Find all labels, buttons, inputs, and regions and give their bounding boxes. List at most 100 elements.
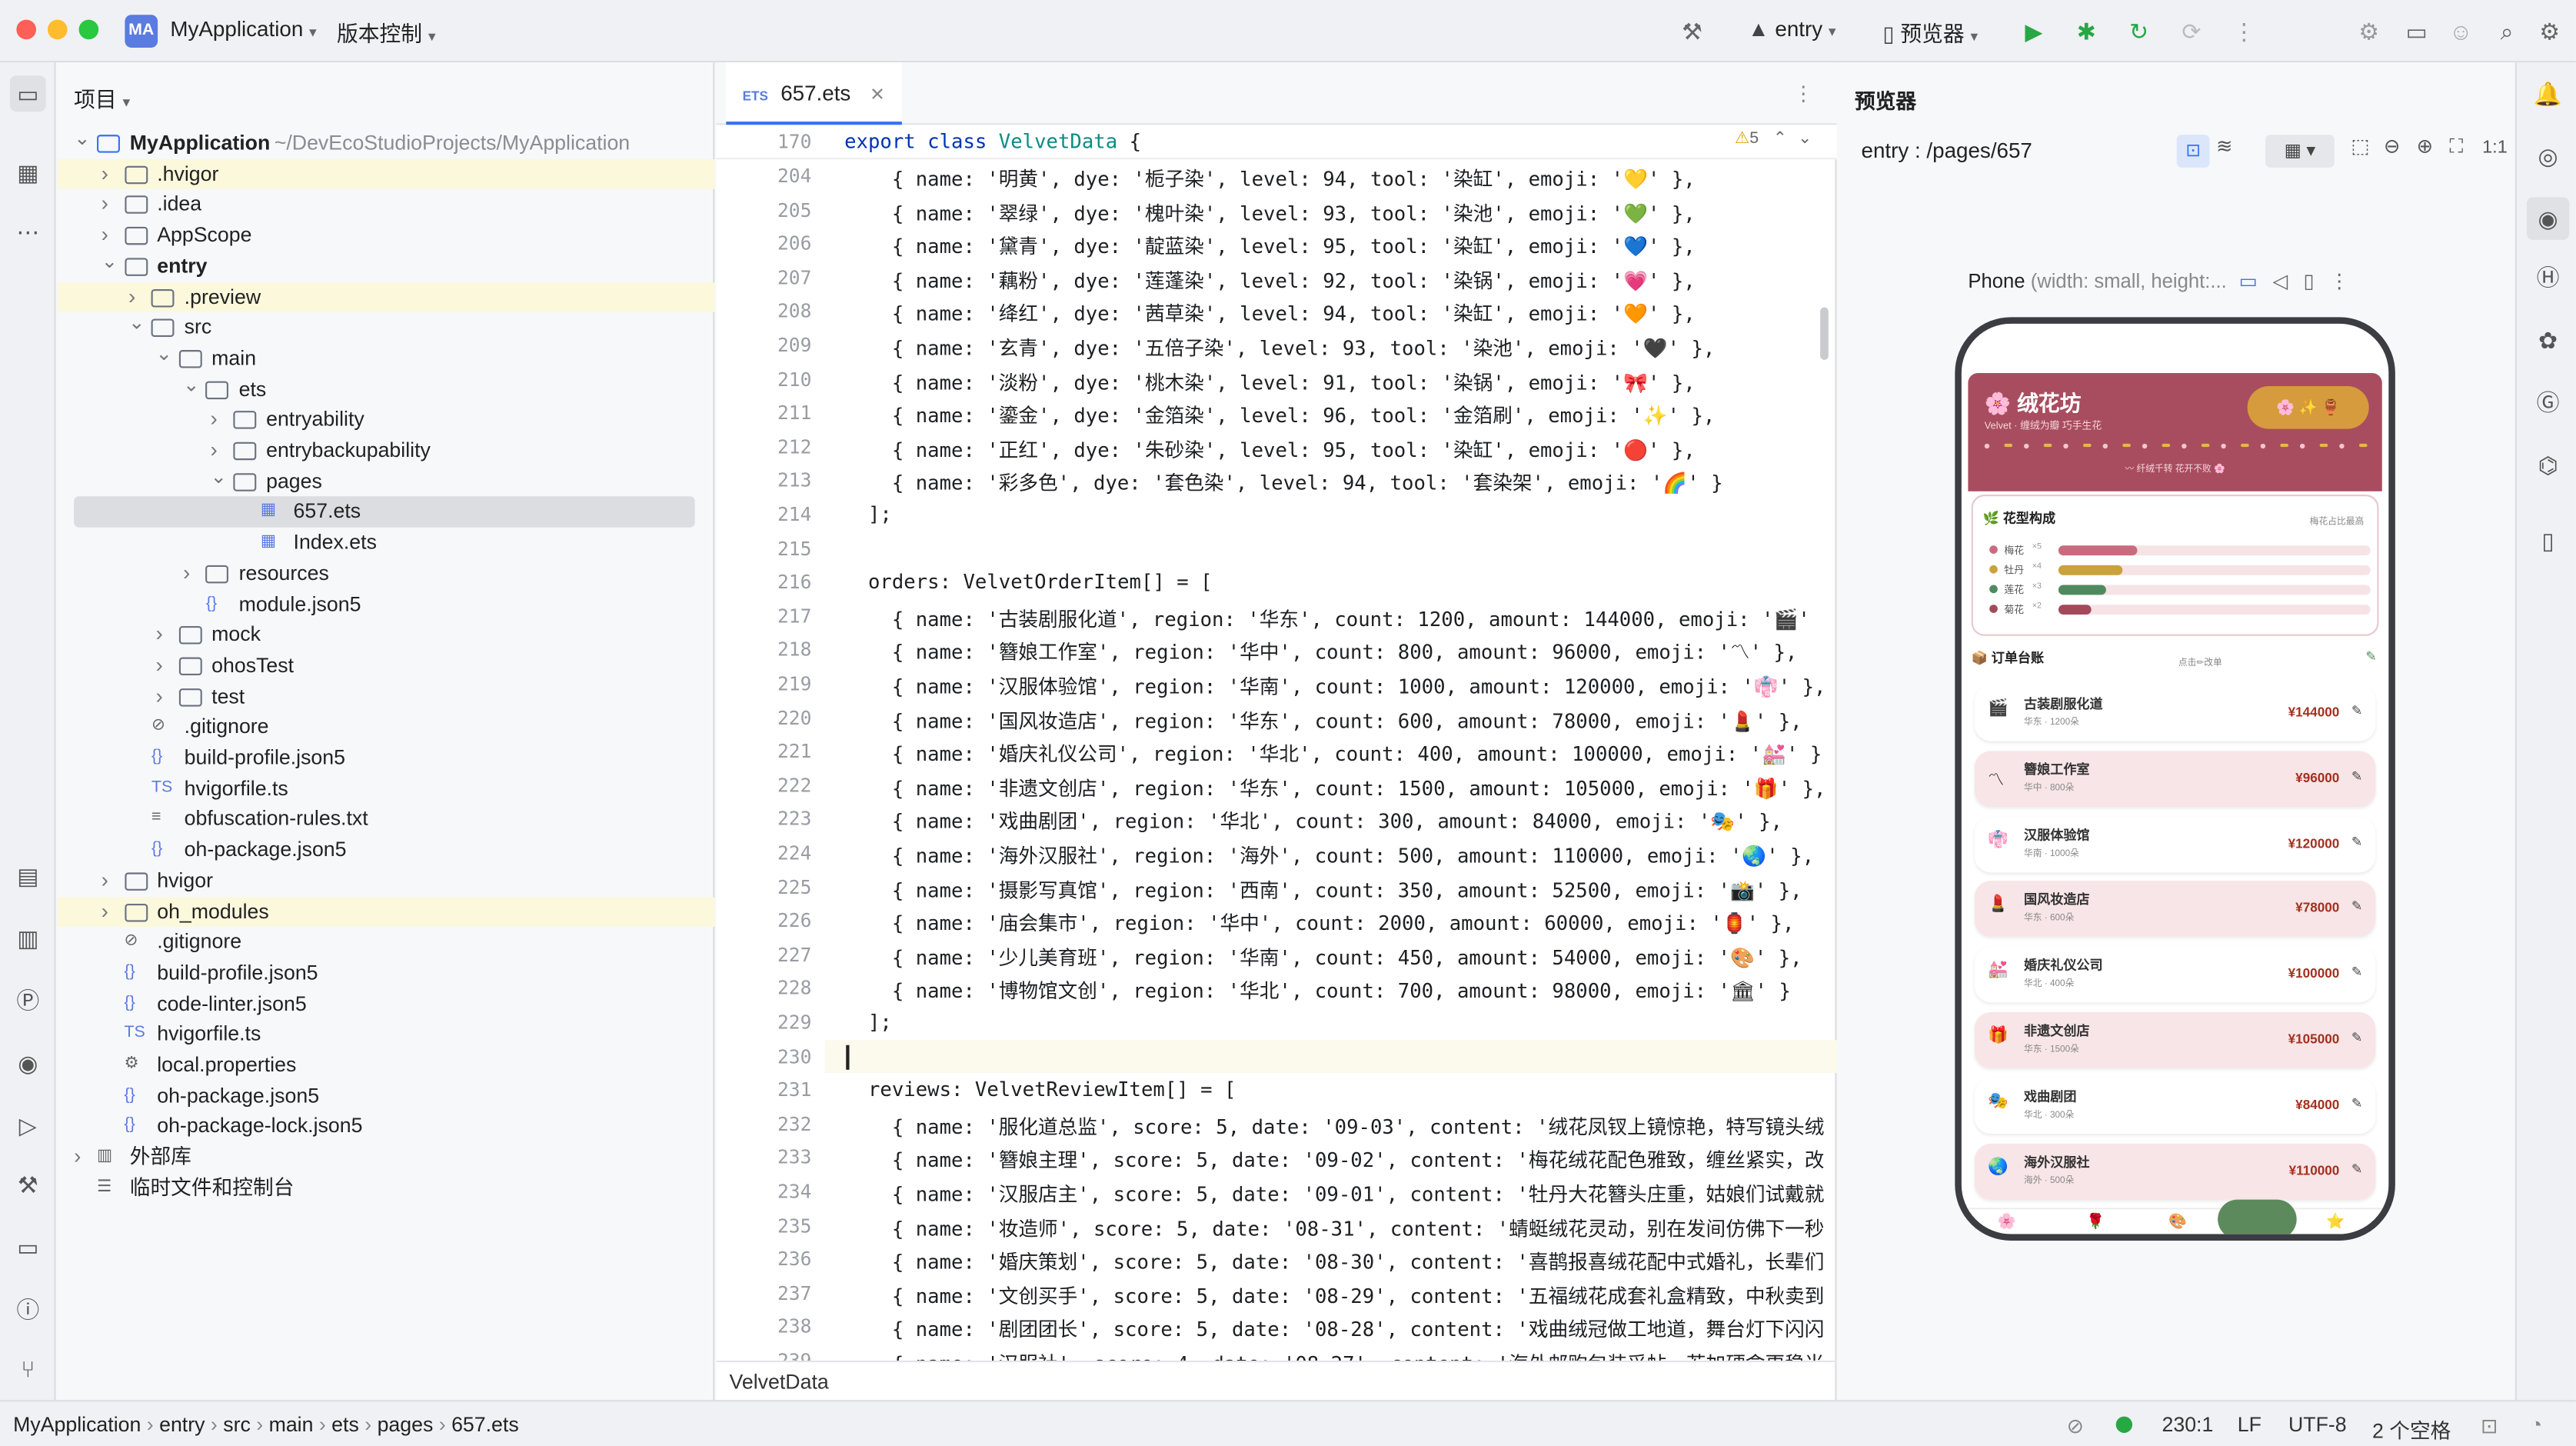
build-icon[interactable]: ⚒	[10, 1167, 46, 1203]
more-icon[interactable]: ⋮	[1793, 81, 1814, 105]
hammer-icon[interactable]: ⚒	[1676, 15, 1709, 48]
more-tools-icon[interactable]: ⋯	[10, 214, 46, 250]
inspector-icon[interactable]: ⊡	[2176, 135, 2210, 168]
edit-icon[interactable]: ✎	[2351, 768, 2362, 783]
edit-icon[interactable]: ✎	[2351, 1161, 2362, 1176]
breadcrumb-item[interactable]: ets	[331, 1413, 359, 1436]
device-selector[interactable]: ▯ 预览器 ▾	[1882, 16, 1978, 48]
breadcrumb-item[interactable]: pages	[378, 1413, 434, 1436]
chevron-right-icon[interactable]: ›	[183, 558, 199, 589]
tree-item[interactable]: ⊘ .gitignore	[58, 927, 715, 958]
edit-icon[interactable]: ✎	[2351, 703, 2362, 718]
chevron-down-icon[interactable]: ⌄	[210, 461, 226, 492]
vcs-menu[interactable]: 版本控制 ▾	[337, 16, 436, 48]
project-switcher[interactable]: MA MyApplication ▾	[125, 15, 317, 48]
tree-item[interactable]: › entrybackupability	[58, 435, 715, 466]
order-card[interactable]: 〽 簪娘工作室 华中 · 800朵 ¥96000 ✎	[1974, 750, 2376, 807]
line-ending[interactable]: LF	[2238, 1413, 2261, 1436]
editor-tab[interactable]: ETS 657.ets ✕	[726, 62, 902, 125]
tree-item[interactable]: {} code-linter.json5	[58, 988, 715, 1019]
tree-item[interactable]: ≡ obfuscation-rules.txt	[58, 805, 715, 835]
nav-star-icon[interactable]: ⭐	[2326, 1213, 2345, 1231]
chevron-down-icon[interactable]: ⌄	[1798, 130, 1812, 148]
readonly-icon[interactable]: ⊘	[2067, 1413, 2084, 1438]
code-area[interactable]: 204 { name: '明黄', dye: '栀子染', level: 94,…	[716, 159, 1836, 1361]
order-card[interactable]: 🌏 海外汉服社 海外 · 500朵 ¥110000 ✎	[1974, 1143, 2376, 1199]
more-icon[interactable]: ⋮	[2329, 269, 2349, 292]
tree-item[interactable]: › mock	[58, 620, 715, 651]
chevron-right-icon[interactable]: ›	[210, 405, 226, 435]
editor-scrollbar[interactable]	[1820, 307, 1829, 360]
tree-item[interactable]: › .hvigor	[57, 158, 715, 190]
memory-icon[interactable]: ◔	[2530, 1413, 2542, 1436]
terminal-icon[interactable]: ▭	[10, 1229, 46, 1265]
git-icon[interactable]: ⑂	[10, 1351, 46, 1387]
tree-item[interactable]: ⌄ pages	[58, 465, 715, 497]
indent-setting[interactable]: 2 个空格	[2372, 1413, 2451, 1444]
edit-icon[interactable]: ✎	[2351, 1096, 2362, 1111]
tree-item[interactable]: › AppScope	[58, 220, 715, 251]
emulator-icon[interactable]: ▯	[2530, 522, 2566, 558]
tree-item[interactable]: ⌄ ets	[58, 372, 715, 405]
tree-item[interactable]: ⌄ entry	[58, 249, 715, 282]
debug-icon[interactable]: ✱	[2070, 15, 2103, 48]
breadcrumb-item[interactable]: entry	[159, 1413, 205, 1436]
tree-item[interactable]: › ohosTest	[58, 651, 715, 681]
project-tool-icon[interactable]: ▭	[9, 75, 46, 112]
nav-rose-icon[interactable]: 🌹	[2086, 1213, 2105, 1231]
maximize-window-button[interactable]	[78, 19, 99, 40]
sync-icon[interactable]: ⟳	[2175, 15, 2208, 48]
chevron-right-icon[interactable]: ›	[74, 1142, 90, 1173]
layers-icon[interactable]: ≋	[2216, 135, 2232, 158]
tree-item[interactable]: ☰ 临时文件和控制台	[58, 1173, 715, 1204]
order-card[interactable]: 💄 国风妆造店 华东 · 600朵 ¥78000 ✎	[1974, 881, 2376, 938]
inspect-icon[interactable]: ◉	[10, 1045, 46, 1081]
tree-item[interactable]: ⌄ MyApplication ~/DevEcoStudioProjects/MyA…	[58, 127, 715, 159]
tree-item[interactable]: › .idea	[58, 190, 715, 221]
layout-icon[interactable]: ▥	[10, 920, 46, 956]
tree-item[interactable]: {} oh-package.json5	[58, 835, 715, 865]
pencil-icon[interactable]: ✎	[2365, 649, 2376, 664]
fullscreen-icon[interactable]: ⛶	[2449, 135, 2463, 159]
tree-item[interactable]: › oh_modules	[57, 896, 715, 928]
breadcrumb-item[interactable]: main	[269, 1413, 314, 1436]
order-card[interactable]: 🎭 戏曲剧团 华北 · 300朵 ¥84000 ✎	[1974, 1078, 2376, 1134]
tree-item[interactable]: › test	[58, 681, 715, 712]
tree-item[interactable]: {} module.json5	[58, 589, 715, 620]
profiler-icon[interactable]: Ⓟ	[10, 983, 46, 1019]
chevron-right-icon[interactable]: ›	[102, 190, 118, 221]
harmony-icon[interactable]: Ⓗ	[2530, 260, 2566, 296]
chevron-up-icon[interactable]: ⌃	[1773, 130, 1787, 148]
edit-icon[interactable]: ✎	[2351, 965, 2362, 979]
chevron-right-icon[interactable]: ›	[102, 865, 118, 896]
zoom-out-icon[interactable]: ⊖	[2384, 135, 2400, 158]
tree-item[interactable]: ⊘ .gitignore	[58, 712, 715, 743]
edit-icon[interactable]: ✎	[2351, 899, 2362, 914]
order-card[interactable]: 👘 汉服体验馆 华南 · 1000朵 ¥120000 ✎	[1974, 815, 2376, 872]
settings-icon[interactable]: ⚙	[2352, 15, 2385, 48]
device-icon[interactable]: ⌬	[2530, 447, 2566, 483]
lock-icon[interactable]: ⊡	[2481, 1413, 2498, 1438]
file-encoding[interactable]: UTF-8	[2288, 1413, 2347, 1436]
chevron-right-icon[interactable]: ›	[156, 620, 172, 651]
actual-size-icon[interactable]: 1:1	[2482, 138, 2508, 158]
fold-icon[interactable]: ▯	[2303, 269, 2314, 292]
more-icon[interactable]: ⋮	[2228, 15, 2261, 48]
order-card[interactable]: 🎬 古装剧服化道 华东 · 1200朵 ¥144000 ✎	[1974, 685, 2376, 741]
tree-item[interactable]: TS hvigorfile.ts	[58, 1019, 715, 1050]
nav-palette-icon[interactable]: 🎨	[2168, 1213, 2187, 1231]
plugin-icon[interactable]: ✿	[2530, 322, 2566, 358]
breadcrumb-item[interactable]: 657.ets	[451, 1413, 519, 1436]
chevron-down-icon[interactable]: ⌄	[128, 308, 145, 338]
breadcrumb-item[interactable]: src	[223, 1413, 251, 1436]
tree-item[interactable]: {} build-profile.json5	[58, 743, 715, 774]
screen-icon[interactable]: ▭	[2238, 269, 2257, 292]
chevron-right-icon[interactable]: ›	[156, 651, 172, 681]
tree-item[interactable]: {} build-profile.json5	[58, 958, 715, 988]
cursor-position[interactable]: 230:1	[2162, 1413, 2214, 1436]
chevron-right-icon[interactable]: ›	[102, 896, 118, 927]
gear-icon[interactable]: ⚙	[2533, 15, 2566, 48]
run-icon[interactable]: ▶	[2017, 15, 2050, 48]
warnings-indicator[interactable]: ⚠5 ⌃ ⌄	[1735, 130, 1812, 148]
tree-item[interactable]: › resources	[58, 558, 715, 589]
